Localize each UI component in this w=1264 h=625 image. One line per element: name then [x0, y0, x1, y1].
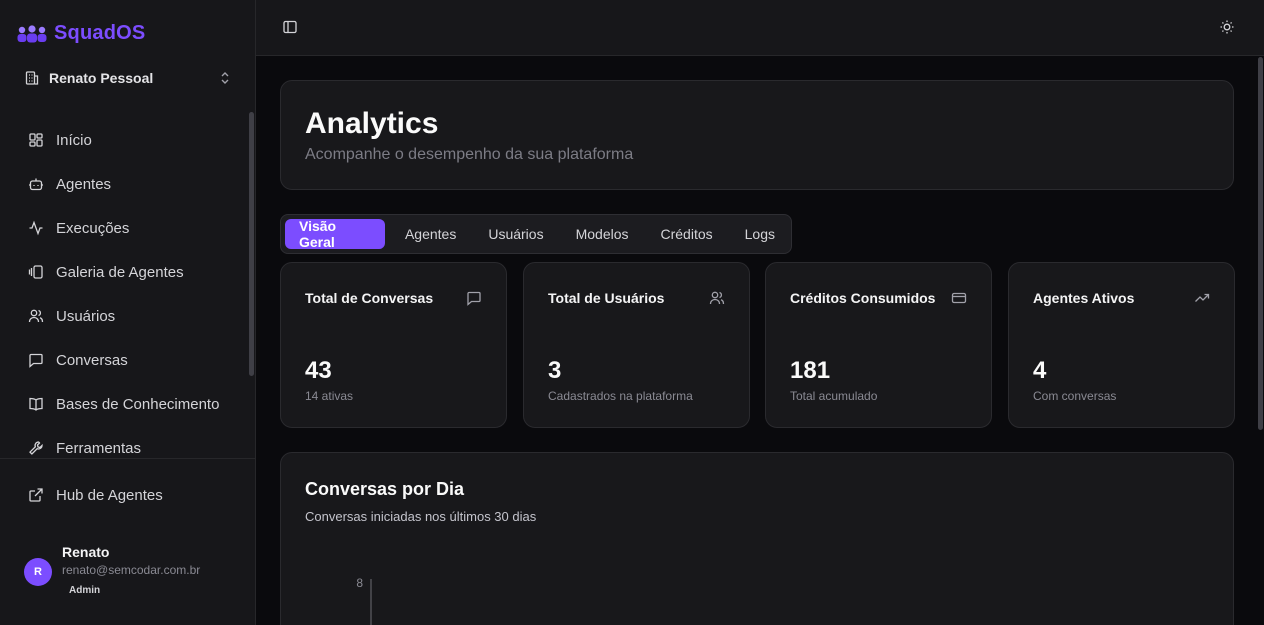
sidebar-item-bases-de-conhecimento[interactable]: Bases de Conhecimento — [16, 382, 240, 426]
tab-modelos[interactable]: Modelos — [560, 219, 645, 249]
activity-icon — [28, 220, 44, 236]
sidebar-item-label: Agentes — [56, 175, 112, 193]
stat-card-total-conversas: Total de Conversas 43 14 ativas — [280, 262, 507, 428]
stat-value: 43 — [305, 357, 332, 384]
stat-subtext: Total acumulado — [790, 389, 878, 403]
trending-up-icon — [1194, 290, 1210, 306]
stat-card-creditos-consumidos: Créditos Consumidos 181 Total acumulado — [765, 262, 992, 428]
message-icon — [466, 290, 482, 306]
hub-de-agentes-link[interactable]: Hub de Agentes — [16, 473, 240, 517]
sidebar-item-label: Ferramentas — [56, 439, 142, 457]
avatar: R — [24, 558, 52, 586]
users-icon — [709, 290, 725, 306]
sidebar-item-usuarios[interactable]: Usuários — [16, 294, 240, 338]
sun-icon[interactable] — [1219, 19, 1235, 35]
tab-creditos[interactable]: Créditos — [645, 219, 729, 249]
users-icon — [28, 308, 44, 324]
brand-logo[interactable]: SquadOS — [16, 22, 145, 45]
external-link-icon — [28, 487, 44, 503]
sidebar: SquadOS Renato Pessoal Início Agentes Ex… — [0, 0, 256, 625]
sidebar-item-conversas[interactable]: Conversas — [16, 338, 240, 382]
page-title: Analytics — [305, 107, 439, 140]
sidebar-divider — [0, 458, 255, 459]
stat-subtext: Com conversas — [1033, 389, 1117, 403]
sidebar-item-label: Usuários — [56, 307, 116, 325]
sidebar-item-ferramentas[interactable]: Ferramentas — [16, 426, 240, 470]
sidebar-item-execucoes[interactable]: Execuções — [16, 206, 240, 250]
stat-title: Total de Usuários — [548, 290, 665, 306]
book-icon — [28, 396, 44, 412]
sidebar-item-agentes[interactable]: Agentes — [16, 162, 240, 206]
sidebar-item-inicio[interactable]: Início — [16, 118, 240, 162]
squad-logo-icon — [16, 24, 48, 44]
line-chart: 8 — [356, 576, 372, 625]
chart-card-conversas-por-dia: Conversas por Dia Conversas iniciadas no… — [280, 452, 1234, 625]
sidebar-item-label: Execuções — [56, 219, 130, 237]
grid-icon — [28, 132, 44, 148]
stat-title: Total de Conversas — [305, 290, 434, 306]
sidebar-scrollbar[interactable] — [249, 112, 254, 376]
message-icon — [28, 352, 44, 368]
tab-agentes[interactable]: Agentes — [389, 219, 472, 249]
stat-subtext: 14 ativas — [305, 389, 354, 403]
stat-card-total-usuarios: Total de Usuários 3 Cadastrados na plata… — [523, 262, 750, 428]
chevrons-up-down-icon — [218, 71, 232, 85]
hub-label: Hub de Agentes — [56, 486, 163, 504]
main-scrollbar[interactable] — [1258, 57, 1263, 430]
y-tick-label: 8 — [356, 576, 363, 590]
page-header-card: Analytics Acompanhe o desempenho da sua … — [280, 80, 1234, 190]
sidebar-toggle-icon[interactable] — [282, 19, 298, 35]
workspace-switcher[interactable]: Renato Pessoal — [24, 66, 232, 90]
user-role-badge: Admin — [69, 585, 101, 596]
brand-name: SquadOS — [54, 22, 146, 44]
sidebar-item-label: Conversas — [56, 351, 128, 369]
sidebar-nav: Início Agentes Execuções Galeria de Agen… — [16, 118, 240, 470]
stat-value: 181 — [790, 357, 831, 384]
user-email: renato@semcodar.com.br — [62, 563, 201, 577]
stat-subtext: Cadastrados na plataforma — [548, 389, 693, 403]
tab-usuarios[interactable]: Usuários — [472, 219, 559, 249]
stat-title: Agentes Ativos — [1033, 290, 1135, 306]
sidebar-item-galeria[interactable]: Galeria de Agentes — [16, 250, 240, 294]
bot-icon — [28, 176, 44, 192]
workspace-name: Renato Pessoal — [49, 70, 154, 86]
wrench-icon — [28, 440, 44, 456]
stat-card-agentes-ativos: Agentes Ativos 4 Com conversas — [1008, 262, 1235, 428]
credit-card-icon — [951, 290, 967, 306]
user-name: Renato — [62, 544, 110, 560]
building-icon — [24, 70, 40, 86]
stat-value: 4 — [1033, 357, 1047, 384]
page-subtitle: Acompanhe o desempenho da sua plataforma — [305, 146, 634, 163]
sidebar-item-label: Galeria de Agentes — [56, 263, 184, 281]
sidebar-item-label: Início — [56, 131, 92, 149]
topbar — [256, 0, 1264, 56]
sidebar-item-label: Bases de Conhecimento — [56, 395, 220, 413]
stat-title: Créditos Consumidos — [790, 290, 936, 306]
stat-value: 3 — [548, 357, 562, 384]
tab-visao-geral[interactable]: Visão Geral — [285, 218, 385, 250]
tab-logs[interactable]: Logs — [729, 219, 791, 249]
gallery-icon — [28, 264, 44, 280]
analytics-tabs: Visão Geral Agentes Usuários Modelos Cré… — [280, 214, 792, 254]
